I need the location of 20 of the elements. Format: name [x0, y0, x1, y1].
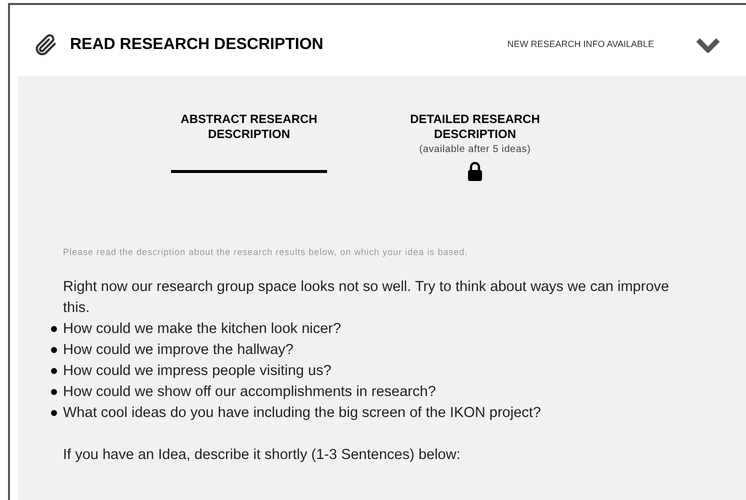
bullet-icon	[51, 410, 57, 416]
question-item: How could we make the kitchen look nicer?	[63, 320, 342, 338]
bullet-icon	[51, 326, 57, 332]
bullet-icon	[51, 389, 57, 395]
tab-note: (available after 5 ideas)	[419, 143, 531, 157]
bullet-icon	[51, 368, 57, 374]
panel-title: READ RESEARCH DESCRIPTION	[70, 35, 324, 55]
tab[interactable]: ABSTRACT RESEARCH DESCRIPTION	[171, 112, 327, 173]
question-item: How could we improve the hallway?	[63, 340, 294, 360]
chevron-down-icon[interactable]	[696, 37, 720, 53]
lock-icon	[467, 162, 483, 181]
question-item: What cool ideas do you have including the big screen of the IKON project?	[63, 404, 541, 422]
prompt-text: If you have an Idea, describe it shortly (1-3 Sentences) below:	[62, 446, 462, 464]
intro-paragraph: Right now our research group space looks not so well. Try to think about ways we can improve this.	[62, 278, 670, 318]
bullet-icon	[51, 347, 57, 353]
question-item: How could we impress people visiting us?	[63, 362, 332, 380]
question-item: How could we show off our accomplishments in research?	[63, 382, 436, 402]
hint-text: Please read the description about the research results below, on which your idea is based.	[62, 246, 469, 259]
notice-text: NEW RESEARCH INFO AVAILABLE	[507, 38, 654, 52]
tab[interactable]: DETAILED RESEARCH DESCRIPTION (available after 5 ideas)	[397, 112, 553, 184]
